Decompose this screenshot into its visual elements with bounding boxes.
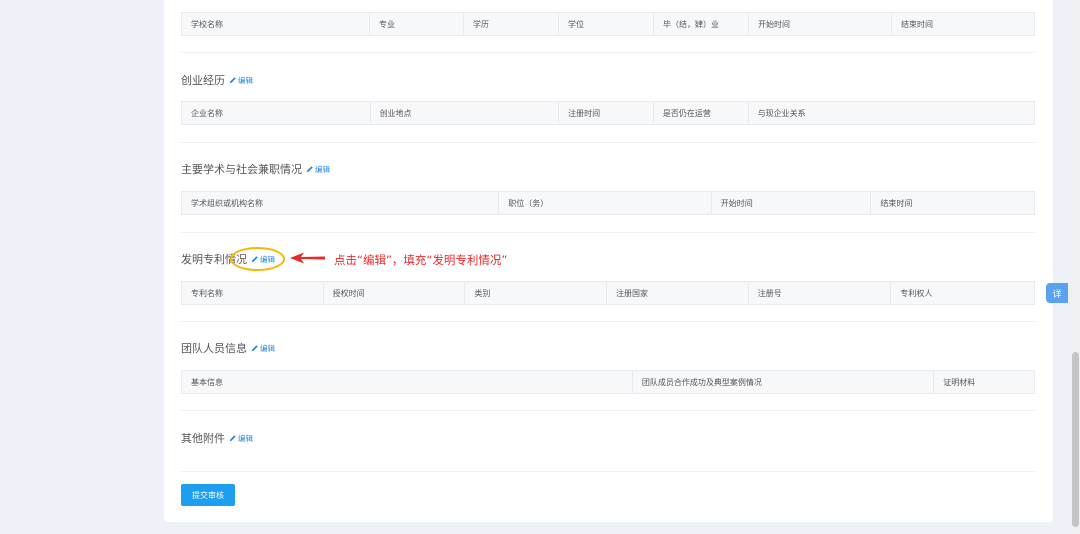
table-header-cell: 基本信息 <box>182 371 633 393</box>
table-header-cell: 授权时间 <box>324 282 466 304</box>
divider <box>181 232 1035 233</box>
floating-button-label: 详 <box>1052 289 1062 300</box>
table-header-cell: 类别 <box>465 282 608 304</box>
table-header-cell: 证明材料 <box>943 377 976 387</box>
academic-table: 学术组织或机构名称 职位（务） 开始时间 结束时间 <box>181 191 1035 215</box>
table-header-cell: 学术组织或机构名称 <box>182 192 500 214</box>
table-header-cell: 注册号 <box>749 282 892 304</box>
pencil-icon <box>229 435 236 442</box>
table-header-cell: 与现企业关系 <box>757 108 806 118</box>
table-header-cell: 结束时间 <box>901 19 933 29</box>
edit-attachments-link[interactable]: 编辑 <box>229 433 253 444</box>
pencil-icon <box>251 345 258 352</box>
section-title-team: 团队人员信息 编辑 <box>181 340 275 356</box>
scrollbar-thumb[interactable] <box>1072 352 1079 527</box>
section-title-venture: 创业经历 编辑 <box>181 72 253 88</box>
edit-label: 编辑 <box>238 75 253 85</box>
table-header-cell: 职位（务） <box>499 192 712 214</box>
annotation-text: 点击“编辑”，填充“发明专利情况” <box>334 253 508 267</box>
table-header-cell: 是否仍在运营 <box>654 102 749 124</box>
table-header-cell: 专利权人 <box>900 288 933 298</box>
section-title-academic: 主要学术与社会兼职情况 编辑 <box>181 161 330 177</box>
table-header-cell: 创业地点 <box>371 102 560 124</box>
divider <box>181 321 1035 322</box>
divider <box>181 52 1035 53</box>
highlight-circle <box>230 247 285 271</box>
edit-label: 编辑 <box>238 433 253 443</box>
education-table: 学校名称 专业 学历 学位 毕（结，肄）业 开始时间 结束时间 <box>181 12 1035 36</box>
scrollbar-track[interactable] <box>1070 0 1080 534</box>
edit-team-link[interactable]: 编辑 <box>251 343 275 354</box>
edit-academic-link[interactable]: 编辑 <box>306 164 330 175</box>
divider <box>181 410 1035 411</box>
submit-review-button[interactable]: 提交审核 <box>181 484 235 506</box>
section-title-text: 其他附件 <box>181 432 225 445</box>
section-title-attachments: 其他附件 编辑 <box>181 430 253 446</box>
venture-table: 企业名称 创业地点 注册时间 是否仍在运营 与现企业关系 <box>181 101 1035 125</box>
pencil-icon <box>229 77 236 84</box>
edit-label: 编辑 <box>315 164 330 174</box>
table-header-cell: 企业名称 <box>182 102 371 124</box>
team-table: 基本信息 团队成员合作成功及典型案例情况 证明材料 <box>181 370 1035 394</box>
table-header-cell: 注册国家 <box>607 282 749 304</box>
section-title-text: 创业经历 <box>181 74 225 87</box>
floating-detail-button[interactable]: 详 <box>1046 283 1068 303</box>
table-header-cell: 开始时间 <box>712 192 872 214</box>
edit-label: 编辑 <box>260 343 275 353</box>
divider <box>181 471 1035 472</box>
table-header-cell: 专利名称 <box>182 282 324 304</box>
table-header-cell: 专业 <box>370 13 464 35</box>
table-header-cell: 学位 <box>559 13 654 35</box>
red-arrow-icon <box>290 252 325 264</box>
section-title-text: 团队人员信息 <box>181 342 247 355</box>
patent-table: 专利名称 授权时间 类别 注册国家 注册号 专利权人 <box>181 281 1035 305</box>
table-header-cell: 结束时间 <box>880 198 913 208</box>
pencil-icon <box>306 166 313 173</box>
section-title-text: 主要学术与社会兼职情况 <box>181 163 302 176</box>
edit-venture-link[interactable]: 编辑 <box>229 75 253 86</box>
table-header-cell: 学历 <box>464 13 559 35</box>
table-header-cell: 学校名称 <box>182 13 370 35</box>
table-header-cell: 团队成员合作成功及典型案例情况 <box>633 371 935 393</box>
divider <box>181 142 1035 143</box>
table-header-cell: 开始时间 <box>749 13 892 35</box>
table-header-cell: 毕（结，肄）业 <box>654 13 749 35</box>
table-header-cell: 注册时间 <box>559 102 654 124</box>
